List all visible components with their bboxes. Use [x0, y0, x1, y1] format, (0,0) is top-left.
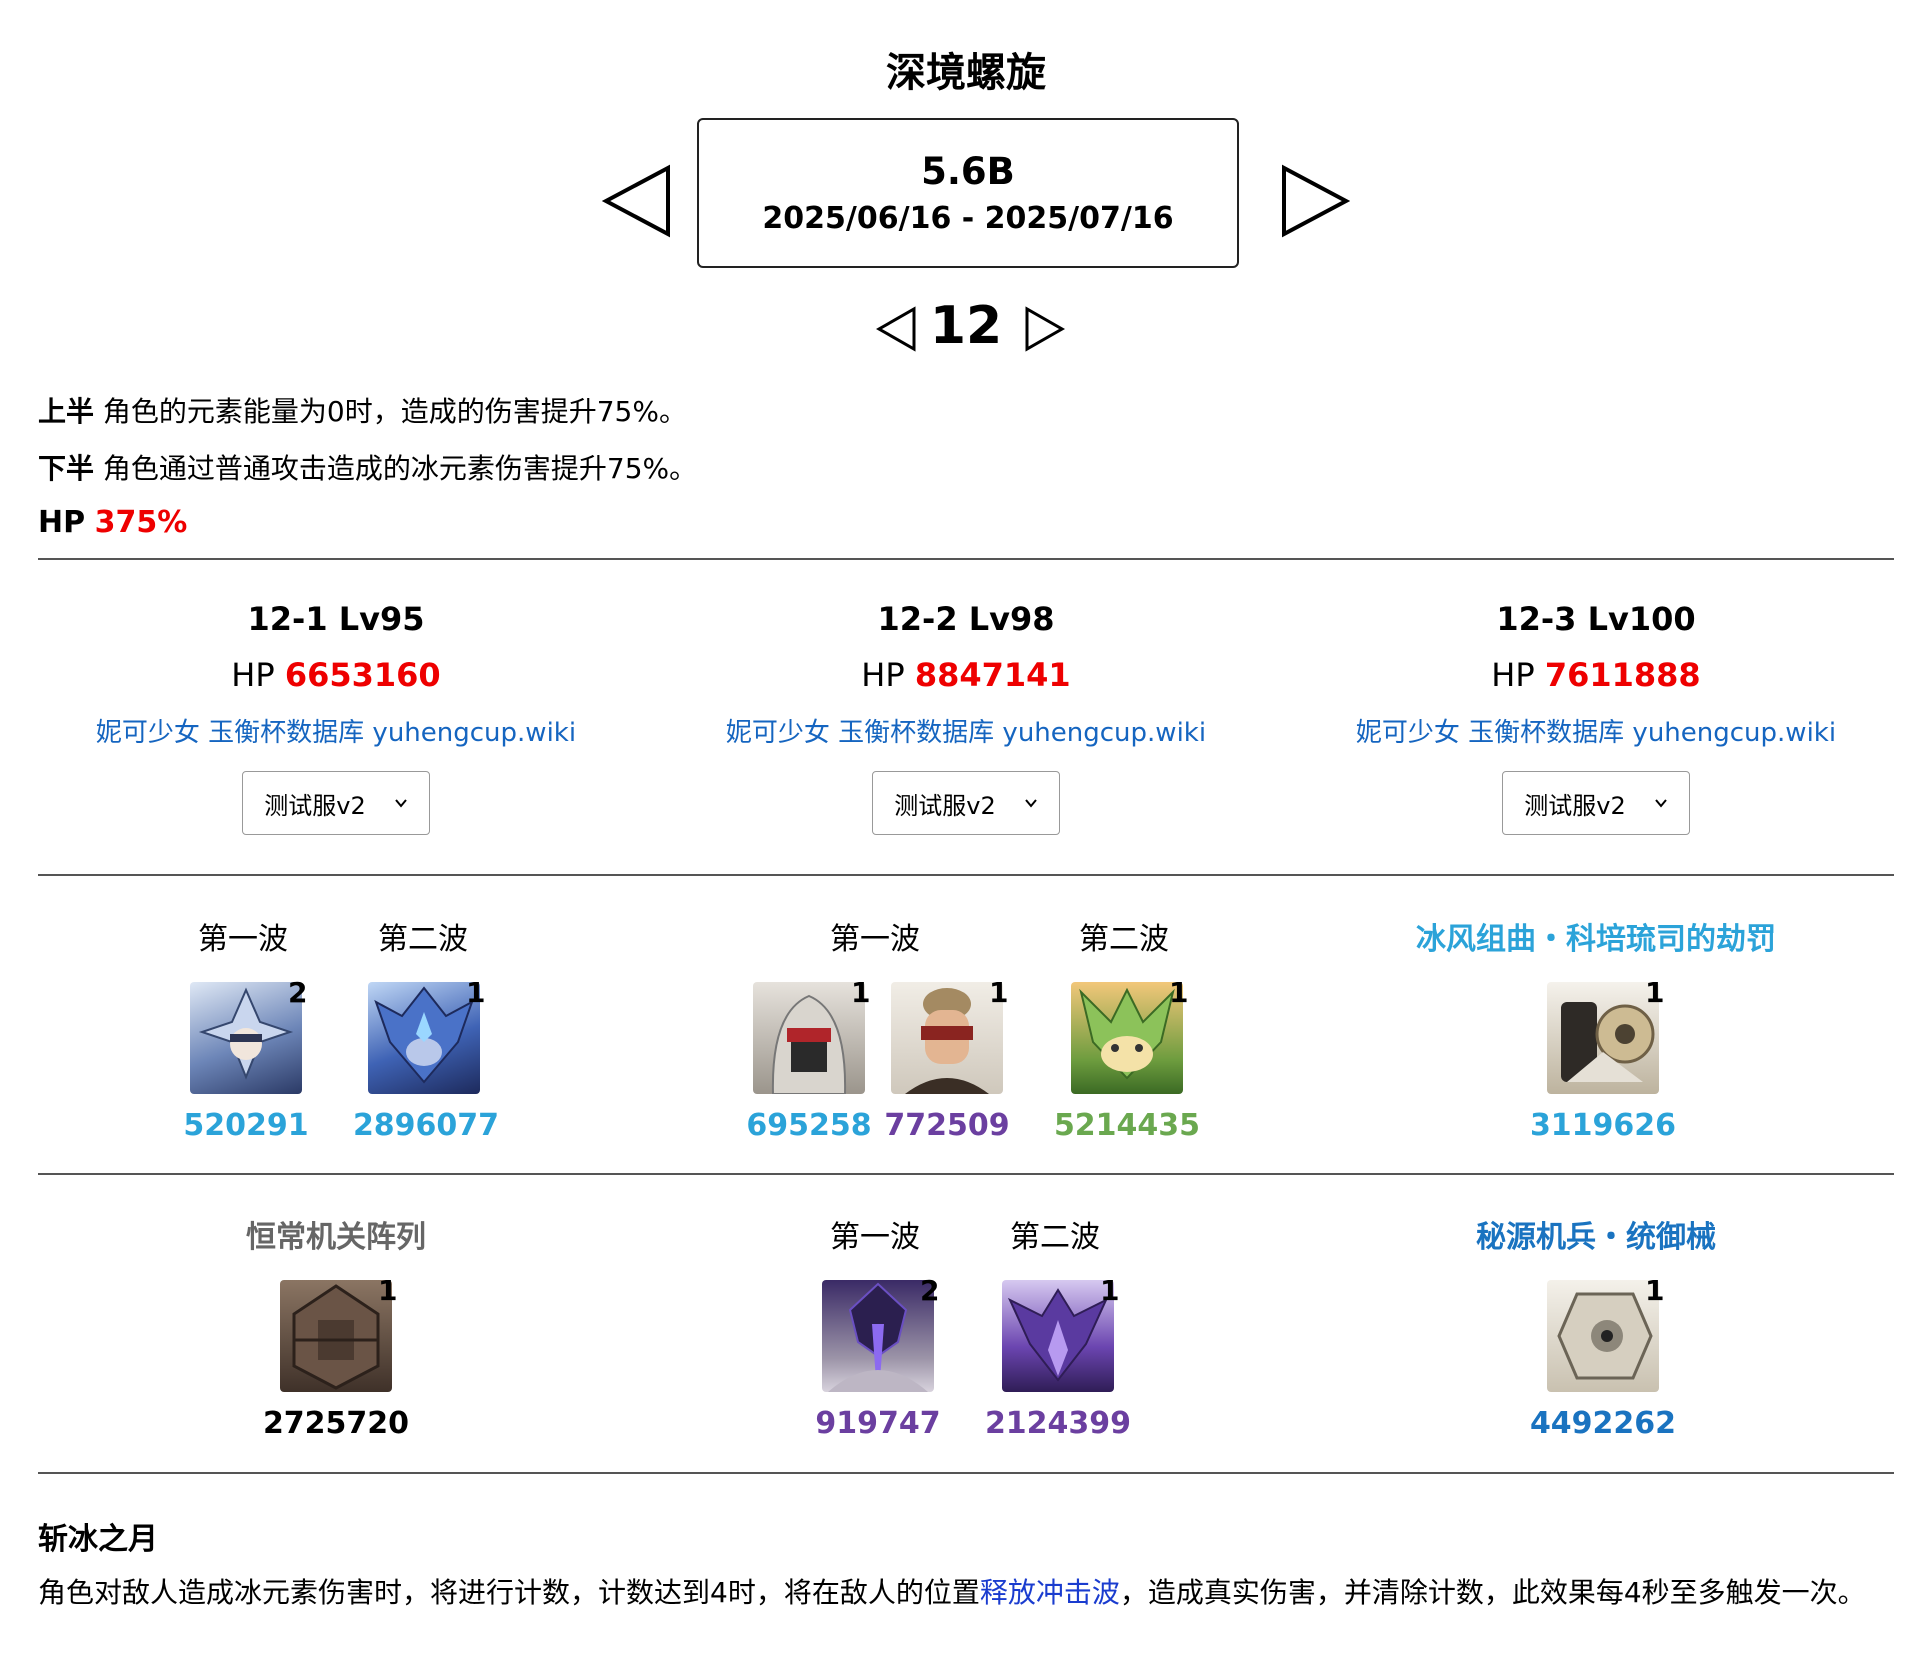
chamber-hp-label: HP — [1491, 656, 1535, 694]
database-link[interactable]: 妮可少女 玉衡杯数据库 yuhengcup.wiki — [21, 712, 651, 749]
electro-dragon-enemy-icon[interactable] — [1002, 1280, 1114, 1392]
chevron-down-icon — [1654, 799, 1667, 808]
eremite-veiled-enemy-icon[interactable] — [753, 982, 865, 1094]
chamber-hp-label: HP — [231, 656, 275, 694]
wave-2-label: 第二波 — [1010, 1220, 1100, 1255]
ice-lector-enemy-icon[interactable] — [368, 982, 480, 1094]
divider — [38, 874, 1894, 876]
divider — [38, 1173, 1894, 1175]
hp-multiplier-label: HP — [38, 505, 86, 540]
enemy-group-label: 冰风组曲・科培琉司的劫罚 — [1416, 922, 1776, 957]
second-half-blessing: 下半 角色通过普通攻击造成的冰元素伤害提升75%。 — [38, 447, 697, 487]
chamber-hp: HP 7611888 — [1281, 656, 1911, 694]
second-half-text: 角色通过普通攻击造成的冰元素伤害提升75%。 — [102, 452, 698, 485]
wave-1-label: 第一波 — [830, 1220, 920, 1255]
divider — [38, 558, 1894, 560]
dendro-beast-enemy-icon[interactable] — [1071, 982, 1183, 1094]
eremite-masked-enemy-icon[interactable] — [891, 982, 1003, 1094]
chamber-3: 12-3 Lv100 HP 7611888 妮可少女 玉衡杯数据库 yuheng… — [1281, 600, 1911, 835]
enemy-count: 1 — [1645, 1274, 1665, 1307]
moon-desc-text: ，造成真实伤害，并清除计数，此效果每4秒至多触发一次。 — [1119, 1576, 1866, 1609]
chamber-hp: HP 8847141 — [651, 656, 1281, 694]
chevron-down-icon — [394, 799, 407, 808]
enemy-group-label: 秘源机兵・统御械 — [1476, 1220, 1716, 1255]
chamber-hp-value: 8847141 — [914, 656, 1071, 694]
moon-description: 角色对敌人造成冰元素伤害时，将进行计数，计数达到4时，将在敌人的位置释放冲击波，… — [38, 1571, 1866, 1611]
chamber-2: 12-2 Lv98 HP 8847141 妮可少女 玉衡杯数据库 yuhengc… — [651, 600, 1281, 835]
hp-multiplier-value: 375% — [94, 505, 188, 540]
enemy-count: 2 — [920, 1274, 940, 1307]
next-period-button[interactable] — [1280, 164, 1350, 238]
enemy-count: 1 — [378, 1274, 398, 1307]
enemy-count: 1 — [1169, 976, 1189, 1009]
first-half-text: 角色的元素能量为0时，造成的伤害提升75%。 — [102, 395, 687, 428]
server-select-value: 测试服v2 — [1524, 791, 1626, 820]
server-select[interactable]: 测试服v2 — [242, 771, 430, 835]
enemy-hp: 3119626 — [1529, 1108, 1677, 1143]
wave-2-label: 第二波 — [1079, 922, 1169, 957]
wave-1-label: 第一波 — [830, 922, 920, 957]
hp-multiplier: HP 375% — [38, 505, 187, 540]
database-link[interactable]: 妮可少女 玉衡杯数据库 yuhengcup.wiki — [1281, 712, 1911, 749]
moon-title: 斩冰之月 — [38, 1522, 158, 1557]
enemy-count: 2 — [288, 976, 308, 1009]
shockwave-link[interactable]: 释放冲击波 — [980, 1576, 1120, 1609]
enemy-group-label: 恒常机关阵列 — [246, 1220, 426, 1255]
chamber-hp-value: 7611888 — [1544, 656, 1701, 694]
chamber-hp: HP 6653160 — [21, 656, 651, 694]
chamber-title: 12-2 Lv98 — [877, 600, 1055, 638]
divider — [38, 1472, 1894, 1474]
enemy-hp: 919747 — [815, 1406, 941, 1441]
wave-2-label: 第二波 — [378, 922, 468, 957]
next-floor-button[interactable] — [1024, 306, 1066, 352]
database-link[interactable]: 妮可少女 玉衡杯数据库 yuhengcup.wiki — [651, 712, 1281, 749]
enemy-hp: 2124399 — [984, 1406, 1132, 1441]
prev-period-button[interactable] — [602, 164, 672, 238]
moon-desc-text: 角色对敌人造成冰元素伤害时，将进行计数，计数达到4时，将在敌人的位置 — [38, 1576, 980, 1609]
period-box: 5.6B 2025/06/16 - 2025/07/16 — [697, 118, 1239, 268]
floor-number: 12 — [929, 296, 1003, 356]
perpetual-mechanical-array-icon[interactable] — [280, 1280, 392, 1392]
chevron-down-icon — [1024, 799, 1037, 808]
enemy-hp: 772509 — [884, 1108, 1010, 1143]
icewind-suite-enemy-icon[interactable] — [1547, 982, 1659, 1094]
electro-knight-enemy-icon[interactable] — [822, 1280, 934, 1392]
chamber-title: 12-1 Lv95 — [247, 600, 425, 638]
chamber-title: 12-3 Lv100 — [1496, 600, 1696, 638]
server-select-value: 测试服v2 — [264, 791, 366, 820]
first-half-label: 上半 — [38, 395, 95, 428]
chamber-hp-label: HP — [861, 656, 905, 694]
enemy-hp: 2896077 — [352, 1108, 500, 1143]
server-select[interactable]: 测试服v2 — [1502, 771, 1690, 835]
enemy-count: 1 — [851, 976, 871, 1009]
chamber-1: 12-1 Lv95 HP 6653160 妮可少女 玉衡杯数据库 yuhengc… — [21, 600, 651, 835]
server-select-value: 测试服v2 — [894, 791, 996, 820]
enemy-hp: 520291 — [183, 1108, 309, 1143]
period-date-range: 2025/06/16 - 2025/07/16 — [762, 201, 1174, 236]
period-version: 5.6B — [921, 150, 1015, 193]
enemy-hp: 2725720 — [262, 1406, 410, 1441]
ice-mage-enemy-icon[interactable] — [190, 982, 302, 1094]
second-half-label: 下半 — [38, 452, 95, 485]
server-select[interactable]: 测试服v2 — [872, 771, 1060, 835]
enemy-count: 1 — [989, 976, 1009, 1009]
chamber-hp-value: 6653160 — [284, 656, 441, 694]
enemy-count: 1 — [1100, 1274, 1120, 1307]
enemy-hp: 4492262 — [1529, 1406, 1677, 1441]
first-half-blessing: 上半 角色的元素能量为0时，造成的伤害提升75%。 — [38, 390, 687, 430]
enemy-hp: 5214435 — [1053, 1108, 1201, 1143]
wave-1-label: 第一波 — [198, 922, 288, 957]
enemy-count: 1 — [1645, 976, 1665, 1009]
secret-source-automaton-icon[interactable] — [1547, 1280, 1659, 1392]
enemy-count: 1 — [466, 976, 486, 1009]
page-title: 深境螺旋 — [886, 50, 1046, 96]
